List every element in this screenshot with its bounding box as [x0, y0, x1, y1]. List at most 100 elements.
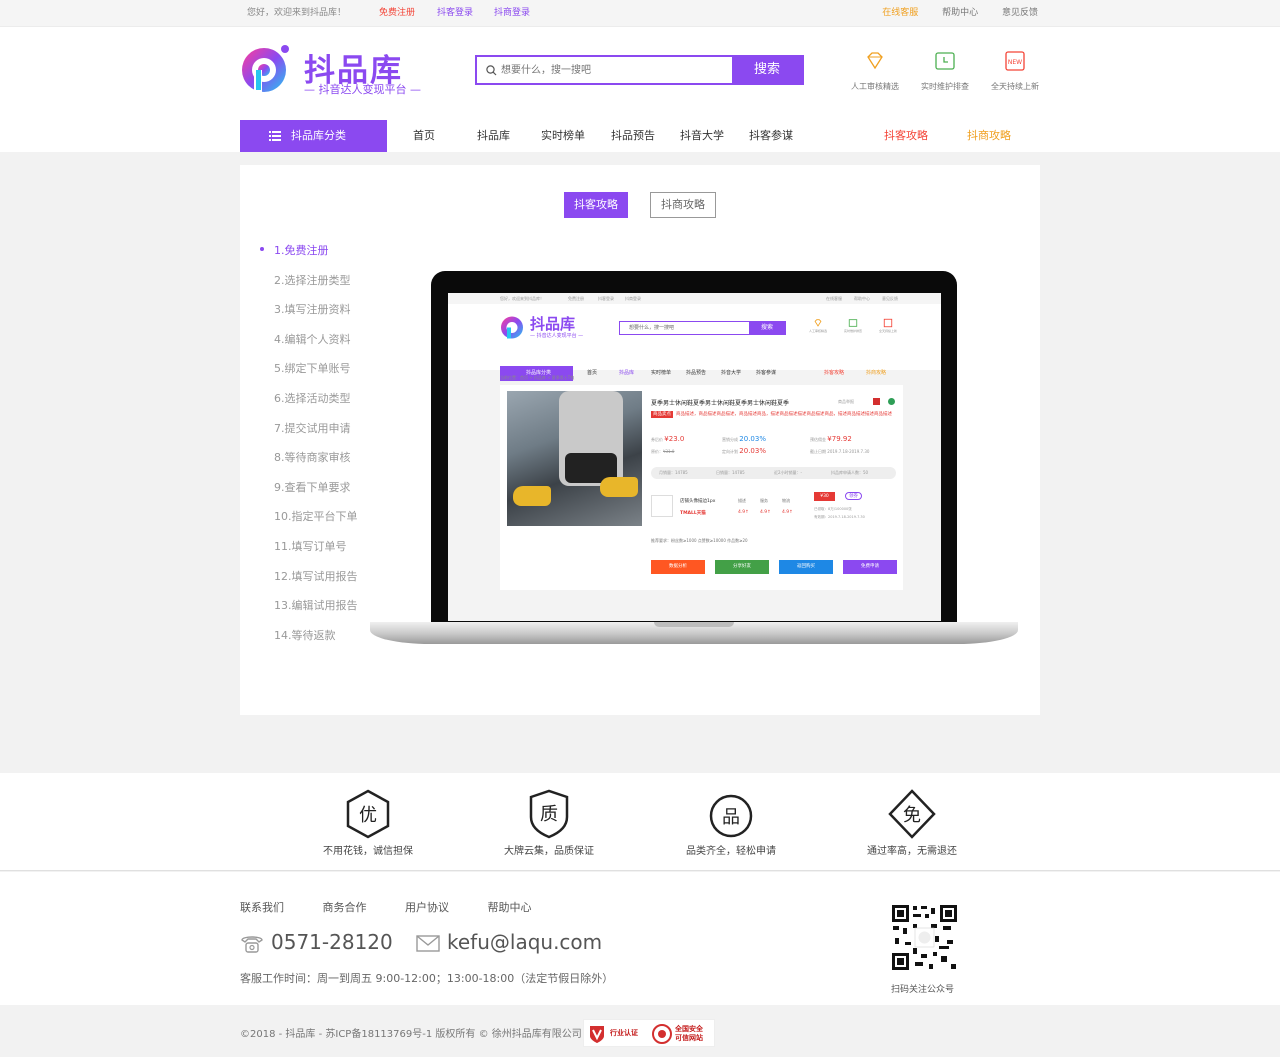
nav-home[interactable]: 首页 — [413, 120, 435, 152]
product-photo-image — [507, 391, 642, 526]
benefit-item: 优 不用花钱，诚信担保 — [268, 789, 468, 857]
preview-search: 想要什么，搜一搜吧 搜索 — [619, 321, 786, 335]
step-item[interactable]: 9.查看下单要求 — [260, 479, 358, 509]
benefit-item: 质 大牌云集，品质保证 — [449, 789, 649, 857]
benefit-item: 免 通过率高，无需退还 — [812, 789, 1012, 857]
laptop-screen: 您好，欢迎来到抖品库！ 免费注册 抖客登录 抖商登录 在线客服 帮助中心 意见反… — [448, 293, 941, 621]
footer-link-contact[interactable]: 联系我们 — [240, 901, 284, 914]
security-seal-icon — [652, 1024, 672, 1044]
list-icon — [269, 131, 281, 141]
clock-icon — [848, 319, 858, 327]
nav-guide-douyin[interactable]: 抖客攻略 — [884, 120, 928, 152]
step-item[interactable]: 13.编辑试用报告 — [260, 597, 358, 627]
nav-preview[interactable]: 抖品预告 — [611, 120, 655, 152]
laptop-preview-image: 您好，欢迎来到抖品库！ 免费注册 抖客登录 抖商登录 在线客服 帮助中心 意见反… — [370, 271, 1018, 646]
header-features: 人工审核精选 实时维护排查 NEW 全天持续上新 — [840, 49, 1045, 99]
clock-icon — [935, 52, 955, 70]
header: 抖品库 — 抖音达人变现平台 — 搜索 人工审核精选 实时维护排查 NEW 全天… — [0, 27, 1280, 152]
footer-link-help[interactable]: 帮助中心 — [488, 901, 532, 914]
laptop-base — [370, 622, 1018, 644]
douyin-login-link[interactable]: 抖客登录 — [437, 0, 473, 27]
nav-advisor[interactable]: 抖客参谋 — [749, 120, 793, 152]
phone-number: 0571-28120 — [271, 930, 393, 954]
step-item[interactable]: 8.等待商家审核 — [260, 449, 358, 479]
feature-manual-review: 人工审核精选 — [840, 49, 910, 92]
feedback-link[interactable]: 意见反馈 — [1002, 8, 1038, 18]
step-item[interactable]: 11.填写订单号 — [260, 538, 358, 568]
merchant-login-link[interactable]: 抖商登录 — [494, 0, 530, 27]
step-item[interactable]: 4.编辑个人资料 — [260, 331, 358, 361]
step-item[interactable]: 2.选择注册类型 — [260, 272, 358, 302]
svg-text:优: 优 — [359, 805, 377, 826]
svg-text:质: 质 — [540, 804, 558, 825]
preview-product-card: 夏季男士休闲鞋夏季男士休闲鞋夏季男士休闲鞋夏季 商品举报 商品卖点 商品描述，商品… — [500, 385, 903, 590]
svg-text:品: 品 — [722, 807, 740, 828]
nav-douyin-library[interactable]: 抖品库 — [477, 120, 510, 152]
qr-caption: 扫码关注公众号 — [891, 985, 955, 995]
certification-badges[interactable]: 行业认证 全国安全 可信网站 — [583, 1019, 715, 1047]
benefit-item: 品 品类齐全，轻松申请 — [631, 789, 831, 857]
step-list: 1.免费注册 2.选择注册类型 3.填写注册资料 4.编辑个人资料 5.绑定下单… — [260, 242, 358, 656]
v-shield-icon — [590, 1026, 604, 1043]
step-item[interactable]: 3.填写注册资料 — [260, 301, 358, 331]
search-box: 搜索 — [475, 55, 804, 85]
trusted-site-badge[interactable]: 全国安全 可信网站 — [652, 1024, 712, 1044]
help-center-link[interactable]: 帮助中心 — [942, 8, 978, 18]
logo-mark-icon — [242, 45, 289, 92]
email-address[interactable]: kefu@laqu.com — [447, 930, 602, 954]
step-item[interactable]: 12.填写试用报告 — [260, 568, 358, 598]
footer: 联系我们 商务合作 用户协议 帮助中心 0571-28120 kefu@laqu… — [0, 872, 1280, 1005]
nav-realtime-rank[interactable]: 实时榜单 — [541, 120, 585, 152]
preview-feature: 全天持续上新 — [868, 318, 908, 333]
search-button[interactable]: 搜索 — [732, 57, 802, 83]
search-icon — [486, 65, 497, 76]
preview-feature: 实时维护排查 — [833, 318, 873, 333]
nav-university[interactable]: 抖音大学 — [680, 120, 724, 152]
shield-zhi-icon: 质 — [529, 789, 569, 839]
copyright-bar: ©2018 - 抖品库 - 苏ICP备18113769号-1 版权所有 © 徐州… — [0, 1005, 1280, 1057]
preview-breadcrumb: 当前位置：首页 > 抖品库 > 夏季男士T恤 — [500, 375, 575, 380]
new-tag-icon: NEW — [1005, 51, 1025, 71]
step-item[interactable]: 5.绑定下单账号 — [260, 360, 358, 390]
service-hours: 客服工作时间：周一到周五 9:00-12:00；13:00-18:00（法定节假… — [240, 972, 614, 985]
nav-guide-merchant[interactable]: 抖商攻略 — [967, 120, 1011, 152]
brand-slogan: — 抖音达人变现平台 — — [304, 83, 421, 96]
phone-icon — [241, 936, 263, 953]
footer-link-agreement[interactable]: 用户协议 — [405, 901, 449, 914]
preview-header: 抖品库 — 抖音达人变现平台 — 想要什么，搜一搜吧 搜索 人工审核精选 实时维护… — [448, 304, 941, 381]
online-support-link[interactable]: 在线客服 — [882, 8, 918, 18]
step-item[interactable]: 1.免费注册 — [260, 242, 358, 272]
main-nav: 抖品库分类 首页 抖品库 实时榜单 抖品预告 抖音大学 抖客参谋 抖客攻略 抖商… — [0, 120, 1280, 152]
step-item[interactable]: 7.提交试用申请 — [260, 420, 358, 450]
tab-merchant-guide[interactable]: 抖商攻略 — [650, 192, 716, 218]
step-item[interactable]: 6.选择活动类型 — [260, 390, 358, 420]
category-menu-label: 抖品库分类 — [291, 129, 346, 142]
feature-new-items: NEW 全天持续上新 — [980, 49, 1050, 92]
site-logo[interactable]: 抖品库 — 抖音达人变现平台 — — [240, 43, 440, 99]
footer-link-business[interactable]: 商务合作 — [323, 901, 367, 914]
preview-feature: 人工审核精选 — [798, 318, 838, 333]
hexagon-youxiu-icon: 优 — [346, 789, 390, 839]
search-input[interactable] — [501, 57, 731, 83]
svg-text:免: 免 — [903, 805, 921, 826]
copyright-text: ©2018 - 抖品库 - 苏ICP备18113769号-1 版权所有 © 徐州… — [240, 1029, 582, 1040]
feature-label: 人工审核精选 — [851, 82, 899, 91]
qr-code-image — [891, 904, 958, 971]
industry-cert-badge[interactable]: 行业认证 — [588, 1024, 646, 1044]
feature-realtime: 实时维护排查 — [910, 49, 980, 92]
svg-text:NEW: NEW — [1008, 59, 1022, 66]
diamond-icon — [867, 52, 883, 70]
register-link[interactable]: 免费注册 — [379, 0, 415, 27]
category-menu-button[interactable]: 抖品库分类 — [240, 120, 387, 152]
tab-douyin-guide[interactable]: 抖客攻略 — [564, 192, 628, 218]
footer-links: 联系我们 商务合作 用户协议 帮助中心 — [240, 899, 567, 915]
preview-logo-icon — [501, 316, 523, 339]
active-dot — [260, 247, 264, 251]
diamond-icon — [814, 319, 822, 327]
step-item[interactable]: 14.等待返款 — [260, 627, 358, 657]
mail-icon — [416, 935, 440, 952]
step-item[interactable]: 10.指定平台下单 — [260, 508, 358, 538]
diamond-mian-icon: 免 — [888, 789, 936, 839]
new-tag-icon — [883, 318, 893, 328]
preview-top-bar: 您好，欢迎来到抖品库！ 免费注册 抖客登录 抖商登录 在线客服 帮助中心 意见反… — [448, 293, 941, 304]
